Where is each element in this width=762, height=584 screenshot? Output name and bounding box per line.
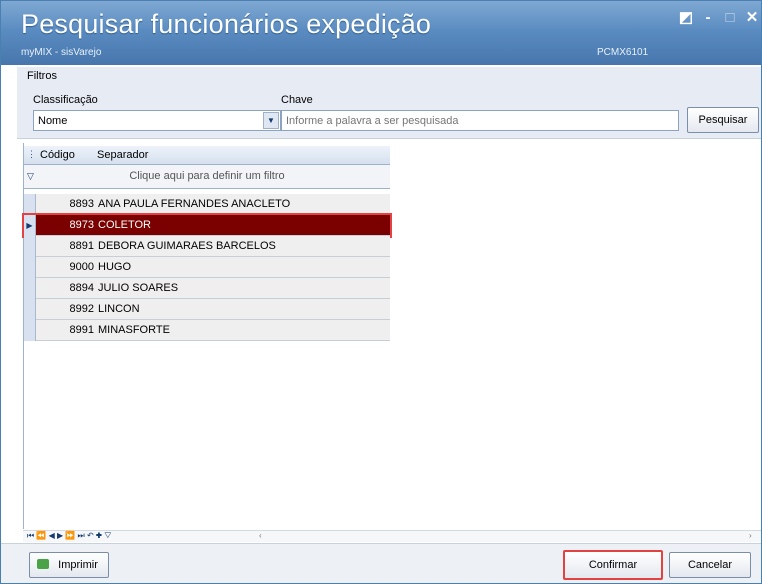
table-row[interactable]: 8893 ANA PAULA FERNANDES ANACLETO <box>24 194 390 215</box>
column-codigo[interactable]: Código <box>40 149 75 161</box>
classificacao-select[interactable]: Nome ▼ <box>33 110 281 131</box>
filter-icon: ▽ <box>27 171 34 181</box>
imprimir-button[interactable]: Imprimir <box>29 552 109 578</box>
window-subtitle: myMIX - sisVarejo <box>21 47 102 58</box>
confirmar-button[interactable]: Confirmar <box>563 550 663 580</box>
filter-hint: Clique aqui para definir um filtro <box>129 170 285 182</box>
grid-header: ⋮ Código Separador <box>24 146 390 165</box>
grid-filter-row[interactable]: ▽ Clique aqui para definir um filtro <box>24 165 390 189</box>
column-separador[interactable]: Separador <box>97 149 148 161</box>
window-title: Pesquisar funcionários expedição <box>21 9 432 39</box>
cancelar-button[interactable]: Cancelar <box>669 552 751 578</box>
classificacao-label: Classificação <box>33 94 98 106</box>
screen-code: PCMX6101 <box>597 47 649 58</box>
table-row[interactable]: 8991 MINASFORTE <box>24 320 390 341</box>
minimize-icon[interactable]: - <box>699 9 717 27</box>
printer-icon <box>37 559 49 569</box>
grid-navigator[interactable]: ⏮ ⏪ ◀ ▶ ⏩ ⏭ ↶ ✚ ▽ ‹ › <box>23 530 761 542</box>
chave-input[interactable] <box>281 110 679 131</box>
imprimir-label: Imprimir <box>58 559 98 571</box>
grid-rows: 8893 ANA PAULA FERNANDES ANACLETO ▶ 8973 CO… <box>22 194 392 341</box>
chave-label: Chave <box>281 94 313 106</box>
chave-field[interactable] <box>286 115 674 127</box>
results-grid[interactable]: ⋮ Código Separador ▽ Clique aqui para de… <box>22 143 761 529</box>
table-row[interactable]: 8992 LINCON <box>24 299 390 320</box>
restore-icon[interactable]: ◩ <box>677 9 695 27</box>
scroll-right-icon[interactable]: › <box>749 531 752 540</box>
action-bar: Imprimir Confirmar Cancelar <box>1 543 761 583</box>
table-row-selected[interactable]: ▶ 8973 COLETOR <box>22 213 392 238</box>
row-indicator-icon: ▶ <box>24 215 36 236</box>
filters-label: Filtros <box>27 70 57 82</box>
table-row[interactable]: 8894 JULIO SOARES <box>24 278 390 299</box>
classificacao-value: Nome <box>38 115 68 127</box>
maximize-icon[interactable]: □ <box>721 9 739 27</box>
close-icon[interactable]: ✕ <box>743 9 761 27</box>
table-row[interactable]: 8891 DEBORA GUIMARAES BARCELOS <box>24 236 390 257</box>
filters-panel: Filtros Classificação Chave Nome ▼ Pesqu… <box>17 67 761 139</box>
column-chooser-icon[interactable]: ⋮ <box>27 149 36 160</box>
table-row[interactable]: 9000 HUGO <box>24 257 390 278</box>
chevron-down-icon[interactable]: ▼ <box>263 112 279 129</box>
pesquisar-button[interactable]: Pesquisar <box>687 107 759 133</box>
main-window: Pesquisar funcionários expedição myMIX -… <box>0 0 762 584</box>
navigator-icons[interactable]: ⏮ ⏪ ◀ ▶ ⏩ ⏭ ↶ ✚ ▽ <box>27 531 111 541</box>
title-bar: Pesquisar funcionários expedição myMIX -… <box>1 1 761 65</box>
scroll-left-icon[interactable]: ‹ <box>259 531 262 540</box>
